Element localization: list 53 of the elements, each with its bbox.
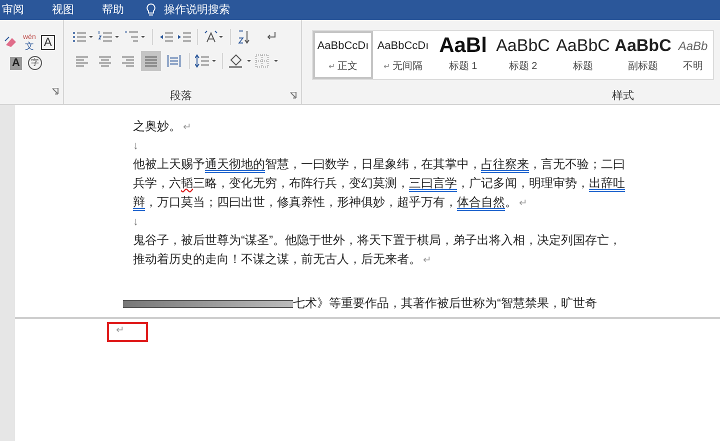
eraser-icon[interactable]	[4, 35, 18, 49]
sort-icon[interactable]	[237, 30, 251, 44]
paragraph-text: 他被上天赐予通天彻地的智慧，一曰数学，日星象纬，在其掌中，占往察来，言无不验；二曰兵学，六韬三略，变化无穷，布阵行兵，变幻莫测，三曰言学，广记多闻，明理审势，出辞吐辩，万口莫当；四曰出世，修真养性，形神俱妙，超乎万有，体合自然。 ↵	[133, 156, 625, 211]
style-gallery-item[interactable]: AaBbC 标题	[553, 31, 613, 78]
style-label: 无间隔	[392, 60, 422, 74]
style-gallery-item[interactable]: AaBb 不明	[673, 31, 713, 78]
style-label: 副标题	[628, 60, 658, 74]
group-label: 样式	[612, 88, 635, 104]
style-gallery-item[interactable]: AaBbCcDı ↵ 正文	[313, 31, 373, 78]
style-sample-text: AaBb	[678, 38, 708, 56]
menu-tab[interactable]: 帮助	[88, 2, 138, 18]
style-gallery-item[interactable]: AaBbCcDı ↵ 无间隔	[373, 31, 433, 78]
menu-tab[interactable]: 视图	[38, 2, 88, 18]
style-gallery-item[interactable]: AaBbC 副标题	[613, 31, 673, 78]
lightbulb-icon[interactable]	[146, 3, 156, 17]
multilevel-list-icon[interactable]	[124, 30, 146, 44]
style-sample-text: AaBbC	[615, 35, 671, 58]
enclose-character-button[interactable]: 字	[28, 56, 42, 70]
character-border-button[interactable]: A	[40, 34, 55, 50]
style-gallery-item[interactable]: AaBl 标题 1	[433, 31, 493, 78]
paragraph-mark: ↵	[116, 325, 124, 336]
line-break-mark: ↓	[133, 215, 140, 230]
paragraph-mark: ↵	[384, 60, 390, 73]
style-sample-text: AaBbC	[556, 35, 610, 58]
style-sample-text: AaBbC	[496, 35, 550, 58]
style-sample-text: AaBbCcDı	[377, 39, 429, 54]
style-label: 标题	[573, 60, 593, 74]
paint-bucket-icon[interactable]	[228, 54, 252, 68]
paragraph-text: 七术》等重要作品，其著作被后世称为“智慧禁果，旷世奇	[293, 295, 597, 312]
phonetic-guide-char[interactable]: 文	[24, 42, 34, 50]
bullet-list-icon[interactable]	[72, 30, 94, 44]
style-label: 正文	[338, 60, 358, 74]
line-spacing-icon[interactable]	[195, 54, 217, 68]
character-shading-button[interactable]: A	[10, 56, 22, 70]
style-label: 标题 2	[508, 60, 538, 74]
tell-me-search[interactable]: 操作说明搜索	[164, 2, 230, 18]
line-break-mark: ↓	[133, 139, 140, 154]
decrease-indent-icon[interactable]	[159, 30, 173, 44]
style-sample-text: AaBl	[439, 35, 487, 58]
group-label: 段落	[169, 88, 193, 104]
paragraph-text: 之奥妙。 ↵	[133, 118, 192, 135]
increase-indent-icon[interactable]	[177, 30, 191, 44]
style-gallery-item[interactable]: AaBbC 标题 2	[493, 31, 553, 78]
menu-tab[interactable]: 审阅	[0, 2, 38, 18]
paragraph-mark: ↵	[328, 60, 336, 73]
paragraph-text: 鬼谷子，被后世尊为“谋圣”。他隐于世外，将天下置于棋局，弟子出将入相，决定列国存亡，推动着历史的走向！不谋之谋，前无古人，后无来者。 ↵	[133, 232, 622, 268]
dialog-launcher-icon[interactable]	[52, 88, 59, 95]
dialog-launcher-icon[interactable]	[290, 92, 297, 100]
style-sample-text: AaBbCcDı	[317, 39, 369, 54]
letter-spacing-icon[interactable]	[204, 30, 224, 44]
style-label: 不明	[683, 60, 703, 74]
style-label: 标题 1	[448, 60, 478, 74]
numbered-list-icon[interactable]	[98, 30, 120, 44]
